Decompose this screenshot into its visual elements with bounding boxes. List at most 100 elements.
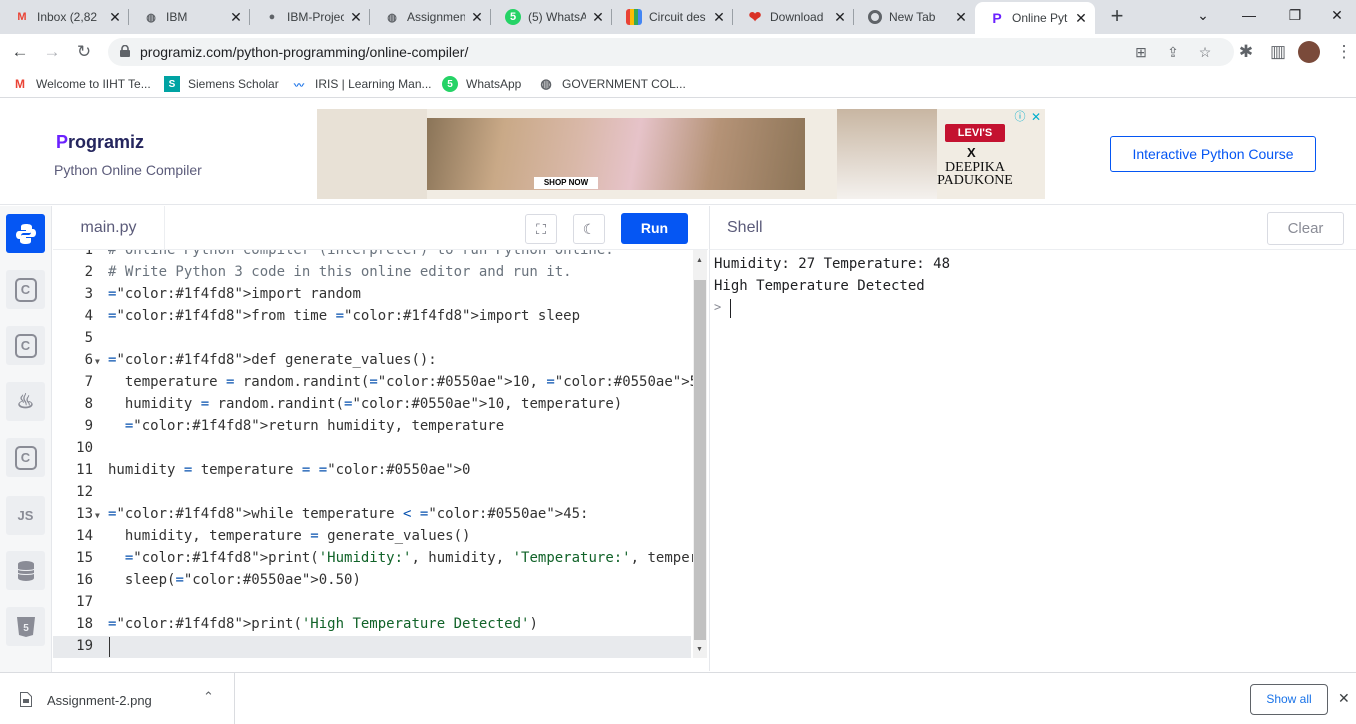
tab-newtab[interactable]: New Tab ✕ (854, 0, 975, 34)
bookmark-siemens[interactable]: S Siemens Scholar (164, 76, 279, 92)
shell-cursor (730, 299, 731, 318)
editor-scrollbar[interactable]: ▲ ▼ (693, 250, 707, 658)
chevron-up-icon[interactable]: ⌃ (203, 689, 214, 705)
close-icon[interactable]: ✕ (590, 9, 606, 25)
reload-icon[interactable]: ↻ (72, 40, 96, 64)
c-icon: C (14, 277, 37, 302)
code-line: ="color:#1f4fd8">def generate_values(): (108, 352, 437, 368)
interactive-python-course-button[interactable]: Interactive Python Course (1110, 136, 1316, 172)
java-language-button[interactable]: ♨ (6, 382, 45, 421)
line-number: 1 (84, 250, 93, 258)
javascript-language-button[interactable]: JS (6, 496, 45, 535)
window-close-icon[interactable]: ✕ (1318, 0, 1356, 30)
tab-assignment[interactable]: ◍ Assignmen ✕ (370, 0, 491, 34)
bookmark-label: WhatsApp (466, 77, 522, 91)
close-icon[interactable]: ✕ (469, 9, 485, 25)
scroll-down-icon[interactable]: ▼ (696, 646, 703, 653)
fold-toggle-icon[interactable]: ▼ (95, 357, 100, 366)
database-icon (17, 560, 34, 581)
dark-mode-icon[interactable]: ☾ (573, 214, 605, 244)
fold-toggle-icon[interactable]: ▼ (95, 511, 100, 520)
sql-language-button[interactable] (6, 551, 45, 590)
back-icon[interactable]: ← (8, 40, 32, 64)
ad-headline-line2: PADUKONE (937, 173, 1013, 188)
tab-download[interactable]: ❤ Download ✕ (733, 0, 854, 34)
download-item[interactable]: Assignment-2.png ⌃ (0, 673, 235, 724)
tab-ibm[interactable]: ◍ IBM ✕ (129, 0, 250, 34)
code-line: ="color:#1f4fd8">import random (108, 286, 361, 302)
bookmark-government[interactable]: ◍ GOVERNMENT COL... (538, 76, 685, 92)
js-icon: JS (17, 508, 34, 523)
new-tab-button[interactable]: + (1103, 5, 1131, 28)
minimize-icon[interactable]: — (1226, 0, 1272, 30)
line-number: 18 (76, 616, 93, 632)
advertisement-banner[interactable]: SHOP NOW LEVI'S X DEEPIKA PADUKONE ⓘ ✕ (317, 109, 1045, 199)
html-language-button[interactable]: 5 (6, 607, 45, 646)
editor-toolbar: main.py ⛶ ☾ Run (53, 206, 708, 250)
browser-toolbar: ← → ↻ programiz.com/python-programming/o… (0, 34, 1356, 70)
bookmark-star-icon[interactable]: ☆ (1196, 43, 1214, 61)
forward-icon[interactable]: → (40, 40, 64, 64)
scroll-up-icon[interactable]: ▲ (696, 257, 703, 264)
fullscreen-icon[interactable]: ⛶ (525, 214, 557, 244)
close-icon[interactable]: ✕ (832, 9, 848, 25)
address-bar[interactable]: programiz.com/python-programming/online-… (108, 38, 1234, 66)
close-icon[interactable]: ✕ (228, 9, 244, 25)
run-button[interactable]: Run (621, 213, 688, 244)
python-language-button[interactable] (6, 214, 45, 253)
share-icon[interactable]: ⇪ (1164, 43, 1182, 61)
translate-icon[interactable]: ⊞ (1132, 43, 1150, 61)
close-download-bar-icon[interactable]: ✕ (1338, 690, 1350, 707)
lock-icon (120, 45, 130, 57)
file-tab-main-py[interactable]: main.py (53, 206, 165, 250)
programiz-icon: P (992, 10, 1002, 26)
siemens-icon: S (164, 76, 180, 92)
show-all-button[interactable]: Show all (1250, 684, 1328, 715)
tab-title: Inbox (2,82 (37, 10, 98, 24)
extensions-icon[interactable]: ✱ (1234, 40, 1258, 64)
close-icon[interactable]: ✕ (348, 9, 364, 25)
programiz-logo[interactable]: Programiz (56, 132, 144, 153)
tab-strip: M Inbox (2,82 ✕ ◍ IBM ✕ ● IBM-Projec ✕ ◍… (0, 0, 1356, 34)
line-number: 11 (76, 462, 93, 478)
tab-search-icon[interactable]: ⌄ (1180, 0, 1226, 30)
line-number: 3 (84, 286, 93, 302)
ad-close-icon[interactable]: ✕ (1029, 110, 1043, 124)
line-number: 10 (76, 440, 93, 456)
close-icon[interactable]: ✕ (1073, 10, 1089, 26)
tab-github[interactable]: ● IBM-Projec ✕ (250, 0, 370, 34)
cpp-language-button[interactable]: C (6, 326, 45, 365)
bookmark-iris[interactable]: 〰 IRIS | Learning Man... (291, 76, 432, 92)
code-line: ="color:#1f4fd8">print('High Temperature… (108, 616, 538, 632)
c-language-button[interactable]: C (6, 270, 45, 309)
globe-icon: ◍ (146, 11, 156, 24)
restore-icon[interactable]: ❐ (1272, 0, 1318, 30)
page-subtitle: Python Online Compiler (54, 162, 202, 178)
csharp-language-button[interactable]: C (6, 438, 45, 477)
profile-avatar[interactable] (1298, 41, 1320, 63)
menu-kebab-icon[interactable]: ⋮ (1332, 40, 1356, 64)
close-icon[interactable]: ✕ (953, 9, 969, 25)
ad-headline: DEEPIKA PADUKONE (935, 161, 1015, 188)
shell-output[interactable]: Humidity: 27 Temperature: 48 High Temper… (709, 250, 1356, 671)
clear-button[interactable]: Clear (1267, 212, 1344, 245)
tab-circuit[interactable]: Circuit des ✕ (612, 0, 733, 34)
site-header: Programiz Python Online Compiler SHOP NO… (0, 99, 1356, 205)
bookmark-whatsapp[interactable]: 5 WhatsApp (442, 76, 521, 92)
bookmark-iiht[interactable]: M Welcome to IIHT Te... (12, 76, 151, 92)
code-editor[interactable]: 1 # Online Python compiler (interpreter) … (53, 250, 693, 671)
tab-gmail[interactable]: M Inbox (2,82 ✕ (0, 0, 129, 34)
tab-online-python[interactable]: P Online Pyt ✕ (975, 2, 1095, 34)
editor-scrollbar-thumb[interactable] (694, 280, 706, 640)
adchoices-icon[interactable]: ⓘ (1013, 110, 1027, 124)
close-icon[interactable]: ✕ (711, 9, 727, 25)
ad-shop-now: SHOP NOW (534, 177, 598, 189)
shell-output-line: High Temperature Detected (714, 278, 925, 294)
url-text: programiz.com/python-programming/online-… (140, 44, 469, 60)
close-icon[interactable]: ✕ (107, 9, 123, 25)
tab-whatsapp[interactable]: 5 (5) WhatsA ✕ (491, 0, 612, 34)
side-panel-icon[interactable]: ▥ (1266, 40, 1290, 64)
globe-icon: ◍ (540, 76, 552, 91)
html5-icon-label: 5 (23, 623, 29, 634)
tab-title: Online Pyt (1012, 11, 1068, 25)
